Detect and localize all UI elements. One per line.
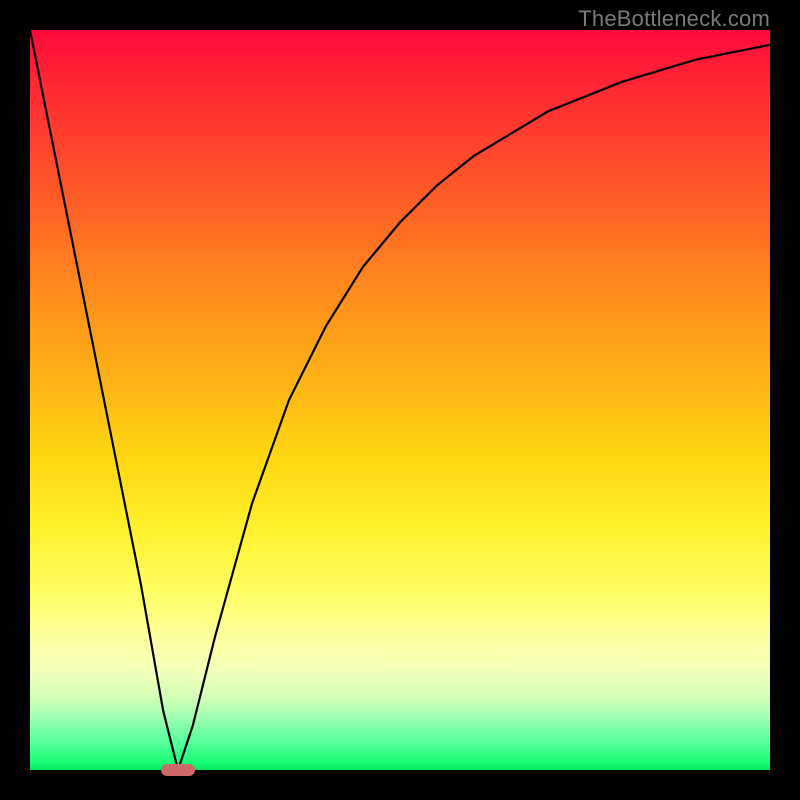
- chart-frame: TheBottleneck.com: [0, 0, 800, 800]
- optimal-marker: [161, 764, 195, 776]
- plot-area: [30, 30, 770, 770]
- curve-svg: [30, 30, 770, 770]
- bottleneck-curve-path: [30, 30, 770, 770]
- watermark-text: TheBottleneck.com: [578, 6, 770, 32]
